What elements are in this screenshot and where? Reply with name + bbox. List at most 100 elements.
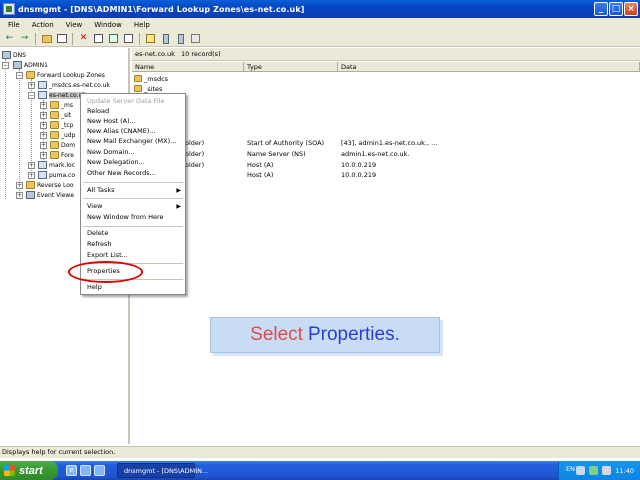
cell-text: _msdcs xyxy=(144,75,169,83)
instruction-callout: Select Properties. xyxy=(210,317,440,353)
table-row[interactable]: nt folder) Start of Authority (SOA) [43]… xyxy=(132,138,640,148)
tree-node-sub-udp[interactable]: _udp xyxy=(50,130,75,140)
volume-icon[interactable] xyxy=(602,466,612,475)
back-arrow-icon[interactable]: ← xyxy=(3,32,16,45)
menu-help[interactable]: Help xyxy=(128,21,156,29)
expand-icon[interactable]: + xyxy=(16,192,23,199)
column-header-name[interactable]: Name xyxy=(132,62,244,72)
tree-node-puma-zone[interactable]: puma.co xyxy=(38,170,75,180)
properties-icon[interactable] xyxy=(92,32,105,45)
tree-node-event-viewer[interactable]: Event Viewe xyxy=(26,190,74,200)
expand-icon[interactable]: + xyxy=(40,122,47,129)
tree-node-forward-lookup-zones[interactable]: Forward Lookup Zones xyxy=(26,70,105,80)
event-viewer-icon xyxy=(26,191,35,199)
tree-node-label: _udp xyxy=(61,131,76,139)
collapse-icon[interactable]: − xyxy=(16,72,23,79)
close-button[interactable]: × xyxy=(624,2,638,16)
media-icon[interactable] xyxy=(94,465,105,476)
zone-icon xyxy=(38,161,47,169)
start-button[interactable]: start xyxy=(0,461,58,480)
expand-icon[interactable]: + xyxy=(28,162,35,169)
help-icon[interactable] xyxy=(144,32,157,45)
show-tree-icon[interactable] xyxy=(55,32,68,45)
tree-node-msdcs-zone[interactable]: _msdcs.es-net.co.uk xyxy=(38,80,110,90)
desktop-icon[interactable] xyxy=(80,465,91,476)
forward-arrow-icon[interactable]: → xyxy=(18,32,31,45)
menu-file[interactable]: File xyxy=(2,21,26,29)
menu-item-delete[interactable]: Delete xyxy=(81,229,185,238)
column-header-data[interactable]: Data xyxy=(338,62,640,72)
refresh-icon[interactable] xyxy=(107,32,120,45)
quick-launch: e xyxy=(66,465,105,476)
maximize-button[interactable]: □ xyxy=(609,2,623,16)
zone-icon xyxy=(38,81,47,89)
table-row[interactable]: nt folder) Name Server (NS) admin1.es-ne… xyxy=(132,149,640,159)
tree-node-admin1[interactable]: ADMIN1 xyxy=(13,60,48,70)
table-row[interactable]: Host (A) 10.0.0.219 xyxy=(132,170,640,180)
expand-icon[interactable]: + xyxy=(40,102,47,109)
menu-item-new-host[interactable]: New Host (A)... xyxy=(81,117,185,126)
security-icon[interactable] xyxy=(589,466,599,475)
column-header-type[interactable]: Type xyxy=(244,62,338,72)
menu-action[interactable]: Action xyxy=(26,21,60,29)
menu-item-reload[interactable]: Reload xyxy=(81,107,185,116)
expand-icon[interactable]: + xyxy=(28,172,35,179)
row-type-cell: Name Server (NS) xyxy=(247,150,306,158)
menu-item-new-mail-exchanger[interactable]: New Mail Exchanger (MX)... xyxy=(81,137,185,146)
language-indicator[interactable]: EN xyxy=(566,465,575,473)
expand-icon[interactable]: + xyxy=(40,152,47,159)
tree-node-mark-zone[interactable]: mark.loc xyxy=(38,160,75,170)
tree-node-dns[interactable]: DNS xyxy=(2,50,26,60)
table-row[interactable]: _msdcs xyxy=(132,74,640,84)
tree-node-sub-forest[interactable]: Fore xyxy=(50,150,74,160)
table-row[interactable]: nes xyxy=(132,127,640,137)
menu-window[interactable]: Window xyxy=(88,21,128,29)
tree-node-reverse-lookup-zones[interactable]: Reverse Loo xyxy=(26,180,74,190)
folder-icon xyxy=(50,131,59,139)
menu-item-help[interactable]: Help xyxy=(81,283,185,292)
server-icon[interactable] xyxy=(159,32,172,45)
dns-icon xyxy=(2,51,11,59)
up-folder-icon[interactable] xyxy=(40,32,53,45)
export-icon[interactable] xyxy=(122,32,135,45)
menu-view[interactable]: View xyxy=(60,21,89,29)
menu-item-new-alias[interactable]: New Alias (CNAME)... xyxy=(81,127,185,136)
browser-icon[interactable]: e xyxy=(66,465,77,476)
expand-icon[interactable]: + xyxy=(40,142,47,149)
tree-node-label: Reverse Loo xyxy=(37,181,74,189)
expand-icon[interactable]: + xyxy=(40,112,47,119)
collapse-icon[interactable]: − xyxy=(28,92,35,99)
menu-item-view[interactable]: View ▶ xyxy=(81,202,185,211)
menu-item-refresh[interactable]: Refresh xyxy=(81,240,185,249)
collapse-icon[interactable]: − xyxy=(2,62,9,69)
network-icon[interactable] xyxy=(576,466,586,475)
row-data-cell: 10.0.0.219 xyxy=(341,171,377,179)
new-record-icon[interactable] xyxy=(174,32,187,45)
tree-node-sub-domain[interactable]: Dom xyxy=(50,140,75,150)
menu-item-new-window-from-here[interactable]: New Window from Here xyxy=(81,213,185,222)
clock[interactable]: 11:40 xyxy=(615,467,634,475)
tree-node-sub-tcp[interactable]: _tcp xyxy=(50,120,73,130)
expand-icon[interactable]: + xyxy=(40,132,47,139)
callout-word-select: Select xyxy=(250,324,303,345)
tree-node-sub-ms[interactable]: _ms xyxy=(50,100,73,110)
expand-icon[interactable]: + xyxy=(16,182,23,189)
table-row[interactable]: nes xyxy=(132,117,640,127)
domain-icon[interactable] xyxy=(189,32,202,45)
minimize-button[interactable]: _ xyxy=(594,2,608,16)
table-row[interactable]: nt folder) Host (A) 10.0.0.219 xyxy=(132,160,640,170)
taskbar-button-dnsmgmt[interactable]: dnsmgmt - [DNS\ADMIN... xyxy=(117,463,208,478)
delete-icon[interactable]: ✕ xyxy=(77,32,90,45)
menu-item-new-domain[interactable]: New Domain... xyxy=(81,148,185,157)
table-row[interactable]: _sites xyxy=(132,84,640,94)
menu-item-all-tasks[interactable]: All Tasks ▶ xyxy=(81,186,185,195)
tree-node-sub-sites[interactable]: _sit xyxy=(50,110,71,120)
menu-item-new-delegation[interactable]: New Delegation... xyxy=(81,158,185,167)
menu-item-other-new-records[interactable]: Other New Records... xyxy=(81,169,185,178)
tree-node-es-net-zone[interactable]: es-net.co.uk xyxy=(38,90,86,100)
menu-bar: File Action View Window Help xyxy=(0,18,640,31)
details-pane: es-net.co.uk 10 record(s) Name Type Data… xyxy=(132,48,640,444)
tree-node-label: Event Viewe xyxy=(37,191,75,199)
menu-item-export-list[interactable]: Export List... xyxy=(81,251,185,260)
expand-icon[interactable]: + xyxy=(28,82,35,89)
